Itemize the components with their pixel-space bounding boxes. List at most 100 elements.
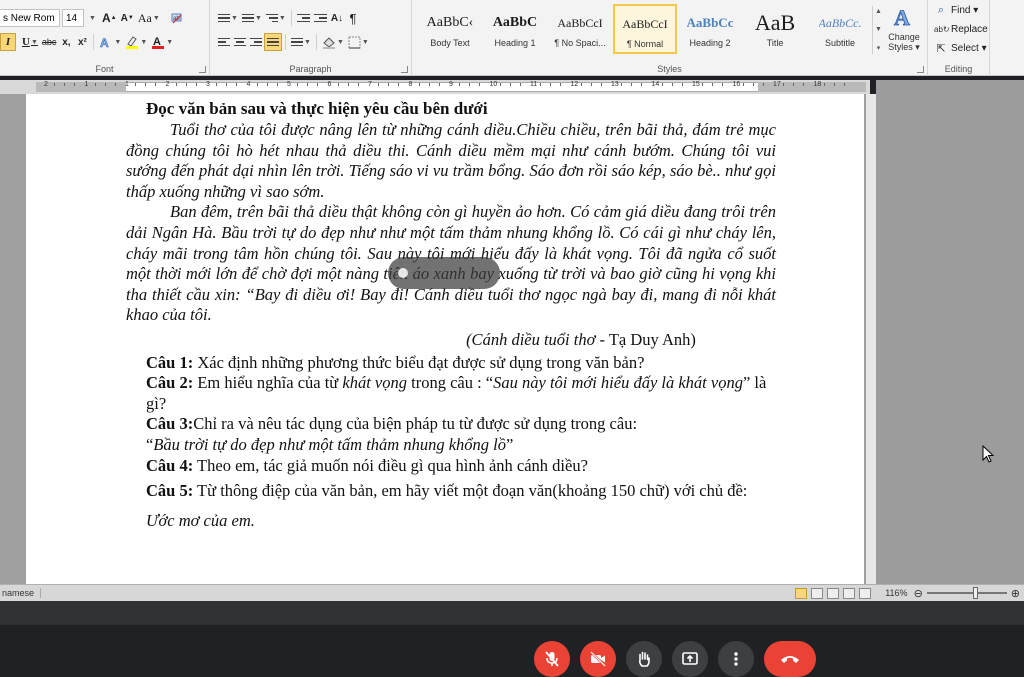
align-right-icon[interactable] <box>248 33 264 51</box>
sort-button[interactable]: A↓ <box>329 9 345 27</box>
more-options-button[interactable] <box>718 641 754 677</box>
change-case-button[interactable]: Aa ▼ <box>136 9 162 27</box>
multilevel-list-icon[interactable]: ▼ <box>264 9 288 27</box>
ruler-number: 2 <box>165 81 170 88</box>
question-4: Câu 4: Theo em, tác giả muốn nói điều gì… <box>146 455 588 475</box>
hand-icon <box>638 651 650 667</box>
zoom-slider-thumb[interactable] <box>972 587 978 599</box>
subscript-button[interactable]: x, <box>58 33 74 51</box>
mic-off-button[interactable] <box>534 641 570 677</box>
ruler-tick <box>114 83 116 86</box>
select-button[interactable]: ⇱ Select ▾ <box>934 39 988 58</box>
superscript-button[interactable]: x² <box>74 33 90 51</box>
style-heading-2[interactable]: AaBbCc Heading 2 <box>678 4 742 54</box>
ruler-tick <box>398 83 400 86</box>
outline-view-button[interactable] <box>843 587 856 599</box>
change-styles-button[interactable]: A Change Styles ▾ <box>884 4 924 60</box>
shrink-font-button[interactable]: A ▼ <box>119 9 136 27</box>
ruler-tick <box>74 83 76 86</box>
leave-call-button[interactable] <box>764 641 816 677</box>
ruler-number: 1 <box>125 81 129 88</box>
ruler-tick <box>783 83 785 86</box>
grow-font-button[interactable]: A ▲ <box>100 9 119 27</box>
font-name-combo[interactable]: s New Rom <box>0 9 60 27</box>
full-screen-view-button[interactable] <box>811 587 824 599</box>
style-normal[interactable]: AaBbCcI ¶ Normal <box>613 4 677 54</box>
print-layout-view-button[interactable] <box>795 587 808 599</box>
meeting-control-bar <box>0 601 1024 677</box>
font-dialog-launcher[interactable] <box>199 66 206 73</box>
show-marks-button[interactable]: ¶ <box>345 9 361 27</box>
font-size-dropdown-icon[interactable]: ▼ <box>84 9 100 27</box>
align-left-icon[interactable] <box>216 33 232 51</box>
zoom-slider[interactable] <box>926 587 1007 599</box>
ruler-tick <box>752 83 754 86</box>
borders-icon[interactable]: ▼ <box>346 33 371 51</box>
ruler-tick <box>641 83 643 86</box>
ruler-tick <box>540 83 542 86</box>
highlight-color-icon[interactable]: ▼ <box>123 33 149 51</box>
ruler-tick <box>175 83 177 86</box>
ruler-number: 18 <box>813 81 822 88</box>
italic-button[interactable]: I <box>0 33 16 51</box>
ruler-number: 7 <box>368 81 372 88</box>
present-screen-icon <box>682 652 698 665</box>
ruler-tick <box>681 83 683 86</box>
clear-formatting-icon[interactable]: ab <box>168 9 186 27</box>
style-heading-1[interactable]: AaBbC Heading 1 <box>483 4 547 54</box>
zoom-level[interactable]: 116% <box>885 588 907 598</box>
style-title[interactable]: AaB Title <box>743 4 807 54</box>
horizontal-ruler[interactable]: 2 1 1 2 3 4 5 6 7 8 9 10 11 12 13 14 15 16 17 18 <box>0 80 870 94</box>
ruler-tick <box>195 83 197 86</box>
strikethrough-button[interactable]: abc <box>40 33 59 51</box>
style-no-spacing[interactable]: AaBbCcI ¶ No Spaci... <box>548 4 612 54</box>
shading-icon[interactable]: ▼ <box>320 33 346 51</box>
ruler-tick <box>803 83 805 86</box>
gallery-up-icon[interactable]: ▲ <box>875 8 882 15</box>
style-name: Heading 2 <box>689 38 731 48</box>
styles-dialog-launcher[interactable] <box>917 66 924 73</box>
underline-button[interactable]: U ▼ <box>20 33 40 51</box>
find-button[interactable]: ⌕ Find ▾ <box>934 1 988 20</box>
document-page[interactable]: Đọc văn bản sau và thực hiện yêu cầu bên… <box>26 94 864 584</box>
ruler-tick <box>509 83 511 86</box>
justify-icon[interactable] <box>264 33 282 51</box>
style-sample: AaBbCc. <box>818 15 862 30</box>
zoom-out-icon[interactable]: ⊖ <box>914 587 923 600</box>
decrease-indent-icon[interactable] <box>295 9 312 27</box>
workspace-right-margin <box>876 80 1024 584</box>
editing-group-label: Editing <box>944 64 973 74</box>
line-spacing-icon[interactable]: ▼ <box>289 33 313 51</box>
increase-indent-icon[interactable] <box>312 9 329 27</box>
ruler-tick <box>550 83 552 86</box>
document-body[interactable]: Đọc văn bản sau và thực hiện yêu cầu bên… <box>126 98 776 536</box>
document-title: Đọc văn bản sau và thực hiện yêu cầu bên… <box>146 99 488 118</box>
font-size-combo[interactable]: 14 <box>62 9 84 27</box>
ruler-number: 12 <box>570 81 579 88</box>
align-center-icon[interactable] <box>232 33 248 51</box>
style-subtitle[interactable]: AaBbCc. Subtitle <box>808 4 872 54</box>
raise-hand-button[interactable] <box>626 641 662 677</box>
gallery-down-icon[interactable]: ▼ <box>875 26 882 33</box>
gallery-more-icon[interactable]: ▾ <box>877 44 881 52</box>
draft-view-button[interactable] <box>859 587 872 599</box>
camera-off-button[interactable] <box>580 641 616 677</box>
numbering-icon[interactable]: ▼ <box>240 9 264 27</box>
ruler-tick <box>590 83 592 86</box>
replace-button[interactable]: ab↻ Replace <box>934 20 988 39</box>
question-2: Câu 2: Em hiểu nghĩa của từ khát vọng tr… <box>146 373 767 413</box>
present-screen-button[interactable] <box>672 641 708 677</box>
zoom-in-icon[interactable]: ⊕ <box>1011 587 1020 600</box>
ruler-number: 17 <box>773 81 781 88</box>
text-effects-icon[interactable]: A ▼ <box>97 33 123 51</box>
language-status[interactable]: namese <box>0 588 42 598</box>
font-color-icon[interactable]: A ▼ <box>149 33 175 51</box>
style-body-text[interactable]: AaBbC‹ Body Text <box>418 4 482 54</box>
vertical-scrollbar[interactable] <box>866 94 876 584</box>
paragraph-dialog-launcher[interactable] <box>401 66 408 73</box>
style-name: Subtitle <box>824 38 856 48</box>
styles-group-label: Styles <box>657 64 682 74</box>
bullets-icon[interactable]: ▼ <box>216 9 240 27</box>
gallery-scroll[interactable]: ▲ ▼ ▾ <box>872 6 884 54</box>
web-layout-view-button[interactable] <box>827 587 840 599</box>
